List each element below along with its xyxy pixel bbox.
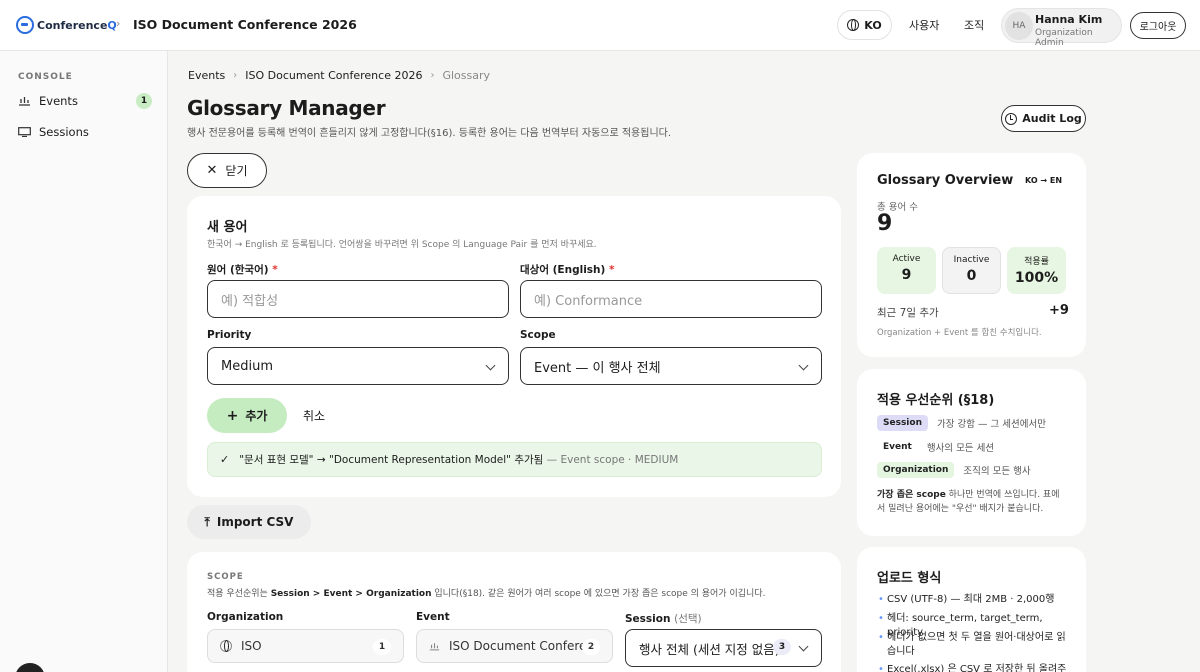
upload-icon: ⤒ [204,514,210,529]
chevron-down-icon [485,360,496,371]
priority-row-event: Event 행사의 모든 세션 [877,439,994,455]
breadcrumb-events[interactable]: Events [188,69,225,82]
close-button[interactable]: ✕ 닫기 [187,153,267,188]
calendar-icon [429,642,440,650]
priority-row-organization: Organization 조직의 모든 행사 [877,462,1031,478]
logout-button[interactable]: 로그아웃 [1130,12,1186,39]
priority-row-session: Session 가장 강함 — 그 세션에서만 [877,415,1046,431]
cancel-button[interactable]: 취소 [303,407,325,424]
overview-note: Organization + Event 를 합친 수치입니다. [877,328,1042,338]
breadcrumb: Events › ISO Document Conference 2026 › … [188,69,490,82]
language-pair-badge: KO → EN [1025,176,1063,185]
stat-inactive: Inactive 0 [942,247,1001,294]
audit-log-button[interactable]: Audit Log [1001,105,1086,132]
target-label: 대상어 (English) * [520,264,615,276]
priority-label: Priority [207,329,252,341]
top-bar: ConferenceQ › ISO Document Conference 20… [0,0,1200,51]
chevron-right-icon: › [233,70,238,81]
calendar-icon [19,97,30,106]
target-term-input[interactable]: 예) Conformance [520,280,822,318]
upload-rule-item: CSV (UTF-8) — 최대 2MB · 2,000행 [878,593,1068,607]
event-count-badge: 2 [582,639,600,655]
chevron-right-icon: › [430,70,435,81]
sidebar-item-sessions[interactable]: Sessions [18,121,152,143]
scope-select[interactable]: Event — 이 행사 전체 [520,347,822,385]
org-count-badge: 1 [373,639,391,655]
monitor-icon [18,127,31,137]
upload-rule-item: 헤더가 없으면 첫 두 열을 원어·대상어로 읽습니다 [878,631,1068,659]
sidebar: CONSOLE Events 1 Sessions [0,51,168,672]
page-title: Glossary Manager [187,96,386,120]
source-label: 원어 (한국어) * [207,264,278,276]
session-select[interactable]: 행사 전체 (세션 지정 없음) 3 [625,629,822,667]
priority-select[interactable]: Medium [207,347,509,385]
page-subtitle: 행사 전문용어를 등록해 번역이 흔들리지 않게 고정합니다(§16). 등록한… [187,128,672,139]
scope-label: Scope [520,329,556,341]
session-count-badge: 3 [773,639,791,655]
stat-apply-rate: 적용률 100% [1007,247,1066,294]
chevron-down-icon [798,641,809,652]
priority-title: 적용 우선순위 (§18) [877,393,995,408]
avatar: HA [1005,12,1033,40]
priority-note: 가장 좁은 scope 하나만 번역에 쓰입니다. 표에서 밀려난 용어에는 "… [877,490,1060,514]
import-csv-button[interactable]: ⤒ Import CSV [187,505,311,539]
new-term-desc: 한국어 → English 로 등록됩니다. 언어쌍을 바꾸려면 위 Scope… [207,240,597,250]
source-term-input[interactable]: 예) 적합성 [207,280,509,318]
event-title: ISO Document Conference 2026 [133,17,357,32]
globe-icon [220,640,232,652]
org-label: Organization [207,611,284,623]
new-term-title: 새 용어 [207,220,248,235]
user-role: Organization Admin [1035,28,1093,48]
session-label: Session (선택) [625,613,702,625]
breadcrumb-event[interactable]: ISO Document Conference 2026 [245,69,422,82]
upload-rule-item: Excel(.xlsx) 은 CSV 로 저장한 뒤 올려주세 [878,663,1068,672]
event-select[interactable]: ISO Document Confere... 2 [416,629,613,663]
globe-icon [847,19,860,31]
nav-users-link[interactable]: 사용자 [909,17,939,33]
total-count: 9 [877,211,893,236]
user-menu[interactable]: HA Hanna Kim Organization Admin [1001,8,1122,48]
plus-icon: + [226,407,239,424]
sidebar-item-events[interactable]: Events 1 [18,90,152,112]
scope-heading: SCOPE [207,572,244,582]
event-label: Event [416,611,450,623]
recent-label: 최근 7일 추가 [877,307,939,319]
org-select[interactable]: ISO 1 [207,629,404,663]
breadcrumb-current: Glossary [442,69,491,82]
app-logo[interactable]: ConferenceQ [16,16,117,34]
user-name: Hanna Kim [1035,13,1103,26]
upload-format-title: 업로드 형식 [877,571,942,586]
chevron-down-icon [798,360,809,371]
chevron-right-icon: › [116,17,121,30]
check-icon: ✓ [220,453,230,466]
overview-title: Glossary Overview [877,173,1014,188]
scope-desc: 적용 우선순위는 Session > Event > Organization … [207,589,766,599]
sidebar-heading: CONSOLE [18,72,73,82]
success-message: ✓ "문서 표현 모델" → "Document Representation … [207,442,822,477]
recent-value: +9 [1049,303,1069,318]
clock-icon [1005,112,1018,125]
language-switch-button[interactable]: KO [837,10,892,40]
logo-icon [16,16,34,34]
events-count-badge: 1 [136,93,152,109]
nav-org-link[interactable]: 조직 [964,17,984,33]
close-icon: ✕ [206,163,218,178]
add-term-button[interactable]: + 추가 [207,398,287,433]
stat-active: Active 9 [877,247,936,294]
